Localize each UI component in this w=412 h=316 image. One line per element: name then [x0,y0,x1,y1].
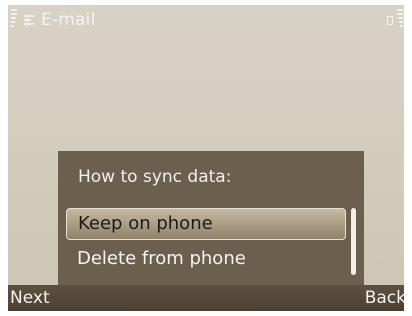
scrollbar[interactable] [351,208,356,275]
option-label: Keep on phone [78,213,213,234]
option-delete-from-phone[interactable]: Delete from phone [66,244,346,276]
next-softkey[interactable]: Next [10,288,50,308]
battery-level-icon [397,9,403,31]
status-bar: E-mail [8,5,404,35]
option-keep-on-phone[interactable]: Keep on phone [66,208,346,240]
softkey-bar: Next Back [8,285,404,311]
sync-options-dialog: How to sync data: Keep on phone Delete f… [58,151,364,285]
signal-strength-icon [11,9,17,31]
battery-icon [387,16,393,25]
option-label: Delete from phone [77,248,246,269]
dialog-title: How to sync data: [78,167,232,187]
email-app-icon [24,14,34,27]
app-title: E-mail [41,10,96,30]
phone-screen: E-mail How to sync data: Keep on phone D… [8,5,404,311]
back-softkey[interactable]: Back [365,288,404,308]
